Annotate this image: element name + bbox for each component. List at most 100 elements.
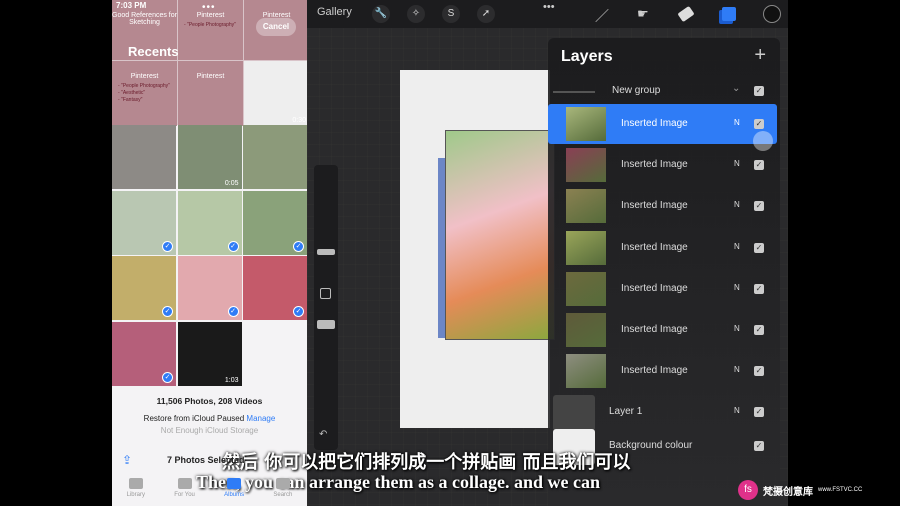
layer-name: Inserted Image	[621, 118, 688, 129]
photo-thumbnail[interactable]: ✓	[243, 256, 307, 320]
photo-thumbnail[interactable]	[243, 125, 307, 189]
toolbar: Gallery 🔧 ✧ S ➚ ••• ／ ☛	[307, 0, 788, 28]
layer-name: Inserted Image	[621, 283, 688, 294]
share-icon[interactable]: ⇪	[122, 453, 132, 467]
checkmark-icon: ✓	[162, 371, 173, 383]
blend-mode[interactable]: N	[734, 242, 740, 251]
photo-thumbnail[interactable]	[112, 125, 176, 189]
blend-mode[interactable]: N	[734, 200, 740, 209]
eraser-icon[interactable]	[677, 5, 695, 23]
layer-name: Inserted Image	[621, 242, 688, 253]
tab-bar: Library For You Albums Search	[112, 478, 307, 498]
layer-thumbnail[interactable]	[566, 148, 606, 182]
photo-thumbnail[interactable]: 0:05	[177, 125, 242, 189]
opacity-slider[interactable]	[317, 320, 335, 329]
manage-link[interactable]: Manage	[246, 414, 275, 423]
add-layer-icon[interactable]: +	[754, 44, 766, 67]
layer-thumbnail[interactable]	[566, 313, 606, 347]
blend-mode[interactable]: N	[734, 283, 740, 292]
blend-mode[interactable]: N	[734, 365, 740, 374]
layer-row[interactable]: Inserted Image N ✓	[548, 186, 780, 226]
layer-thumbnail[interactable]	[566, 107, 606, 141]
undo-icon[interactable]: ↶	[319, 429, 327, 440]
photo-thumbnail[interactable]: ✓	[112, 256, 176, 320]
layer-thumbnail[interactable]	[566, 231, 606, 265]
tile-label: Pinterest	[196, 12, 225, 19]
video-duration: 0:05	[224, 180, 239, 187]
photo-thumbnail[interactable]: ✓	[112, 190, 176, 255]
watermark: fs 梵摄创意库 www.FSTVC.CC	[738, 480, 862, 500]
visibility-checkbox[interactable]: ✓	[754, 160, 764, 170]
layers-panel: Layers + New group ⌄ ✓ Inserted Image N ✓ I…	[548, 38, 780, 506]
selection-icon[interactable]: S	[442, 5, 460, 23]
more-icon[interactable]: •••	[543, 1, 555, 13]
visibility-checkbox[interactable]: ✓	[754, 86, 764, 96]
photo-thumbnail[interactable]: ✓	[243, 190, 307, 255]
layer-row[interactable]: Inserted Image N ✓	[548, 104, 777, 144]
blend-mode[interactable]: N	[734, 118, 740, 127]
layer-name: Inserted Image	[621, 159, 688, 170]
visibility-checkbox[interactable]: ✓	[754, 284, 764, 294]
tab-icon	[227, 478, 242, 489]
blend-mode[interactable]: N	[734, 406, 740, 415]
smudge-icon[interactable]: ☛	[637, 6, 649, 22]
visibility-checkbox[interactable]: ✓	[754, 407, 764, 417]
layer-row[interactable]: Inserted Image N ✓	[548, 310, 780, 350]
checkmark-icon: ✓	[293, 306, 304, 317]
video-duration: 1:03	[224, 376, 239, 384]
layer-row[interactable]: Inserted Image N ✓	[548, 228, 780, 268]
layer-name: Inserted Image	[621, 200, 688, 211]
group-name: New group	[612, 85, 661, 96]
modify-button[interactable]	[320, 288, 331, 299]
album-tile[interactable]: Pinterest - "People Photography" - "Aesth…	[112, 61, 177, 126]
layers-title: Layers	[561, 48, 613, 65]
layers-icon[interactable]	[722, 7, 736, 21]
photo-picker: Good References for Sketching Pinterest - …	[112, 0, 307, 506]
visibility-checkbox[interactable]: ✓	[754, 119, 764, 129]
selection-count: 7 Photos Selected	[167, 455, 245, 465]
photo-thumbnail[interactable]: ✓	[177, 190, 242, 255]
visibility-checkbox[interactable]: ✓	[754, 366, 764, 376]
visibility-checkbox[interactable]: ✓	[754, 441, 764, 451]
touch-indicator	[753, 131, 773, 151]
checkmark-icon: ✓	[227, 306, 239, 317]
magic-wand-icon[interactable]: ✧	[407, 5, 425, 23]
album-tile[interactable]: 0:30	[244, 61, 307, 126]
gallery-button[interactable]: Gallery	[317, 6, 352, 18]
layer-thumbnail[interactable]	[566, 354, 606, 388]
tab-icon	[128, 478, 143, 489]
page-title: Recents	[128, 44, 179, 59]
layer-row[interactable]: Inserted Image N ✓	[548, 351, 780, 391]
chevron-down-icon[interactable]: ⌄	[732, 83, 740, 94]
blend-mode[interactable]: N	[734, 324, 740, 333]
brush-icon[interactable]: ／	[595, 6, 609, 26]
layer-thumbnail[interactable]	[566, 272, 606, 306]
tab-search[interactable]: Search	[273, 478, 292, 498]
layer-name: Inserted Image	[621, 324, 688, 335]
library-count: 11,506 Photos, 208 Videos	[156, 396, 263, 406]
color-icon[interactable]	[763, 5, 781, 23]
layer-row[interactable]: Inserted Image N ✓	[548, 269, 780, 309]
visibility-checkbox[interactable]: ✓	[754, 243, 764, 253]
photo-thumbnail[interactable]: ✓	[177, 256, 242, 320]
more-icon[interactable]: •••	[202, 2, 216, 13]
visibility-checkbox[interactable]: ✓	[754, 325, 764, 335]
tile-sub: - "People Photography" - "Aesthetic" - "…	[118, 83, 170, 103]
cancel-button[interactable]: Cancel	[256, 18, 296, 36]
photo-thumbnail[interactable]: ✓	[112, 321, 176, 386]
album-tile[interactable]: Pinterest	[178, 61, 243, 126]
tab-library[interactable]: Library	[127, 478, 145, 498]
blend-mode[interactable]: N	[734, 159, 740, 168]
wrench-icon[interactable]: 🔧	[372, 5, 390, 23]
tab-for-you[interactable]: For You	[174, 478, 195, 498]
layer-row[interactable]: Inserted Image N ✓	[548, 145, 780, 185]
photo-thumbnail[interactable]: 1:03	[177, 321, 242, 386]
subtitle-chinese: 然后 你可以把它们排列成一个拼贴画 而且我们可以	[222, 452, 631, 473]
tile-label: Pinterest	[130, 73, 159, 80]
visibility-checkbox[interactable]: ✓	[754, 201, 764, 211]
tab-icon	[275, 478, 290, 489]
tab-albums[interactable]: Albums	[224, 478, 244, 498]
layer-thumbnail[interactable]	[566, 189, 606, 223]
brush-size-slider[interactable]	[317, 249, 335, 255]
move-arrow-icon[interactable]: ➚	[477, 5, 495, 23]
